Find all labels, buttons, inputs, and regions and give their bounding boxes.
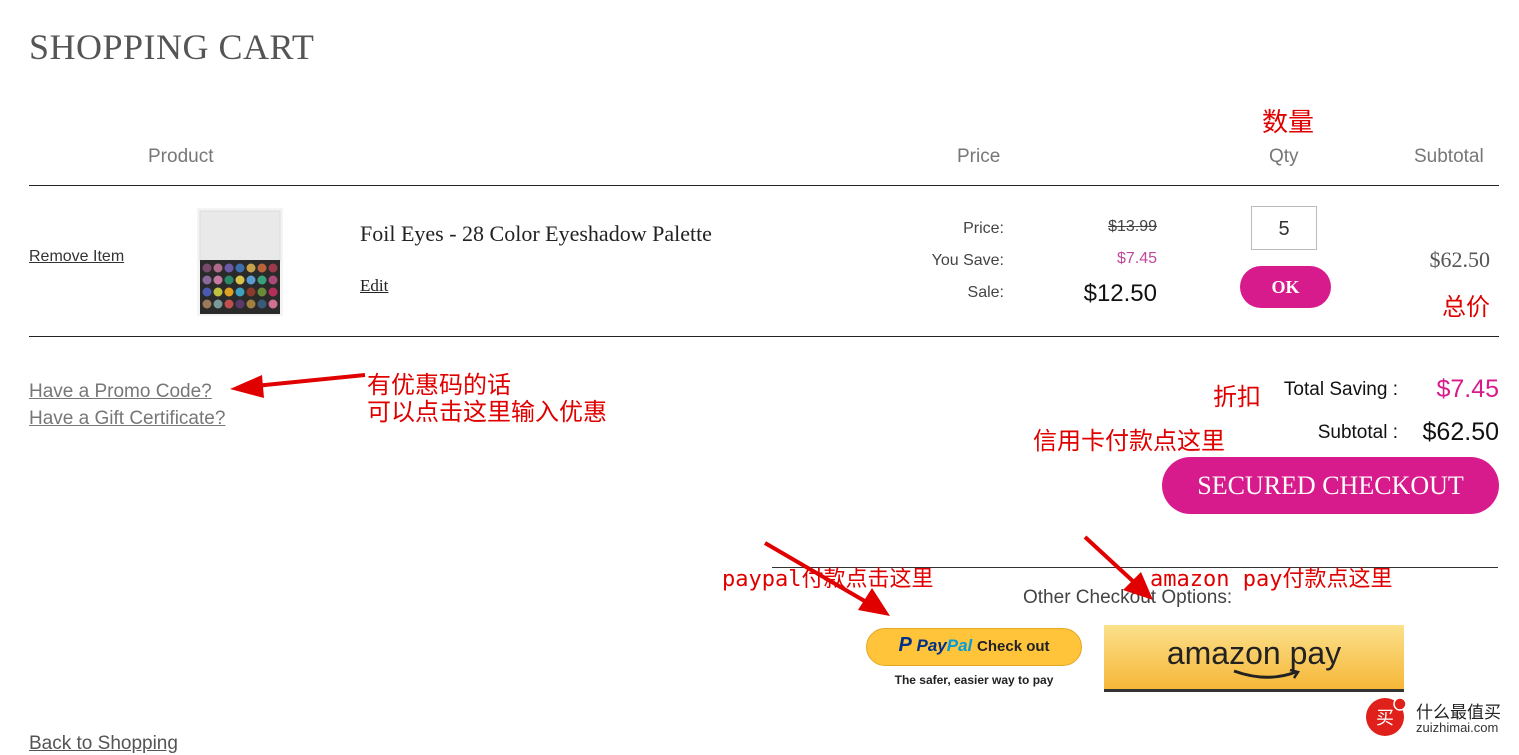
arrow-to-promo-icon xyxy=(254,373,366,388)
watermark-domain: zuizhimai.com xyxy=(1416,720,1499,735)
watermark-logo: 买 什么最值买 zuizhimai.com xyxy=(1364,694,1514,739)
annotation-arrows xyxy=(230,373,1153,616)
svg-text:买: 买 xyxy=(1376,708,1394,729)
zuizhimai-logo-icon: 买 xyxy=(1366,697,1406,736)
